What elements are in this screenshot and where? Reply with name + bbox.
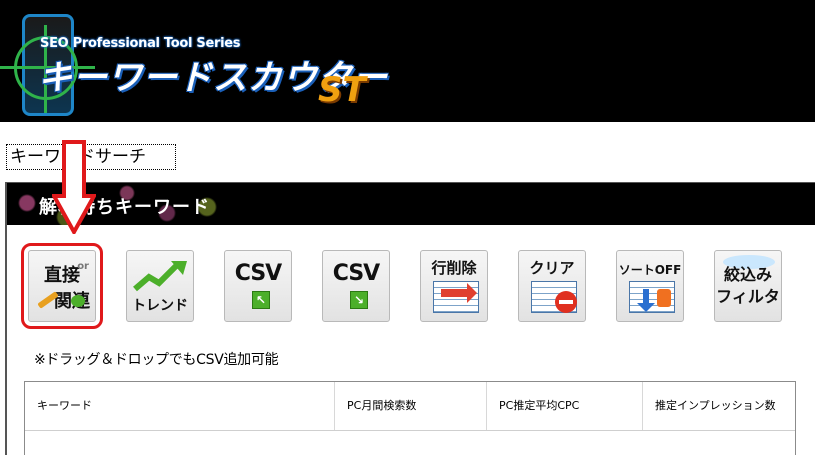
filter-button[interactable]: 絞込み フィルタ xyxy=(714,250,782,322)
column-keyword[interactable]: キーワード xyxy=(25,382,335,430)
panel-title-bar: 解析待ちキーワード xyxy=(7,183,815,225)
csv-export-label: CSV xyxy=(332,261,380,286)
pointer-down-arrow-icon xyxy=(52,140,96,234)
column-pc-avg-cpc[interactable]: PC推定平均CPC xyxy=(487,382,643,430)
trend-button[interactable]: トレンド xyxy=(126,250,194,322)
green-dot-icon xyxy=(71,295,85,307)
trend-chart-icon xyxy=(133,261,187,292)
export-arrow-icon: ↘ xyxy=(350,291,368,309)
import-arrow-icon: ↖ xyxy=(252,291,270,309)
table-header: キーワード PC月間検索数 PC推定平均CPC 推定インプレッション数 xyxy=(25,382,795,431)
column-estimated-impressions[interactable]: 推定インプレッション数 xyxy=(643,382,795,430)
trend-label: トレンド xyxy=(132,298,188,314)
direct-or-related-button[interactable]: 直接 or 関連 xyxy=(21,243,103,329)
toolbar: 直接 or 関連 トレンド CSV ↖ CSV ↘ 行削除 クリア ソートOFF xyxy=(18,243,808,329)
down-arrow-icon xyxy=(637,289,655,312)
clear-label: クリア xyxy=(529,259,575,277)
keyword-table[interactable]: キーワード PC月間検索数 PC推定平均CPC 推定インプレッション数 xyxy=(24,381,796,455)
filter-label-1: 絞込み xyxy=(723,265,772,284)
red-arrow-icon xyxy=(441,283,477,303)
app-header: SEO Professional Tool Series キーワードスカウター … xyxy=(0,0,815,122)
delete-row-button[interactable]: 行削除 xyxy=(420,250,488,322)
clear-button[interactable]: クリア xyxy=(518,250,586,322)
csv-import-label: CSV xyxy=(234,261,282,286)
delete-row-label: 行削除 xyxy=(431,259,477,277)
sort-off-button[interactable]: ソートOFF xyxy=(616,250,684,322)
logo-series-text: SEO Professional Tool Series xyxy=(40,36,241,51)
csv-import-button[interactable]: CSV ↖ xyxy=(224,250,292,322)
column-pc-monthly-searches[interactable]: PC月間検索数 xyxy=(335,382,487,430)
no-entry-icon xyxy=(555,291,577,313)
csv-export-button[interactable]: CSV ↘ xyxy=(322,250,390,322)
sort-badge-icon xyxy=(657,289,671,307)
filter-label-2: フィルタ xyxy=(716,287,780,306)
drop-note: ※ドラッグ＆ドロップでもCSV追加可能 xyxy=(34,352,279,368)
logo-edition: ST xyxy=(318,70,366,110)
sort-off-label: ソートOFF xyxy=(618,263,682,277)
or-label: or xyxy=(77,261,89,272)
